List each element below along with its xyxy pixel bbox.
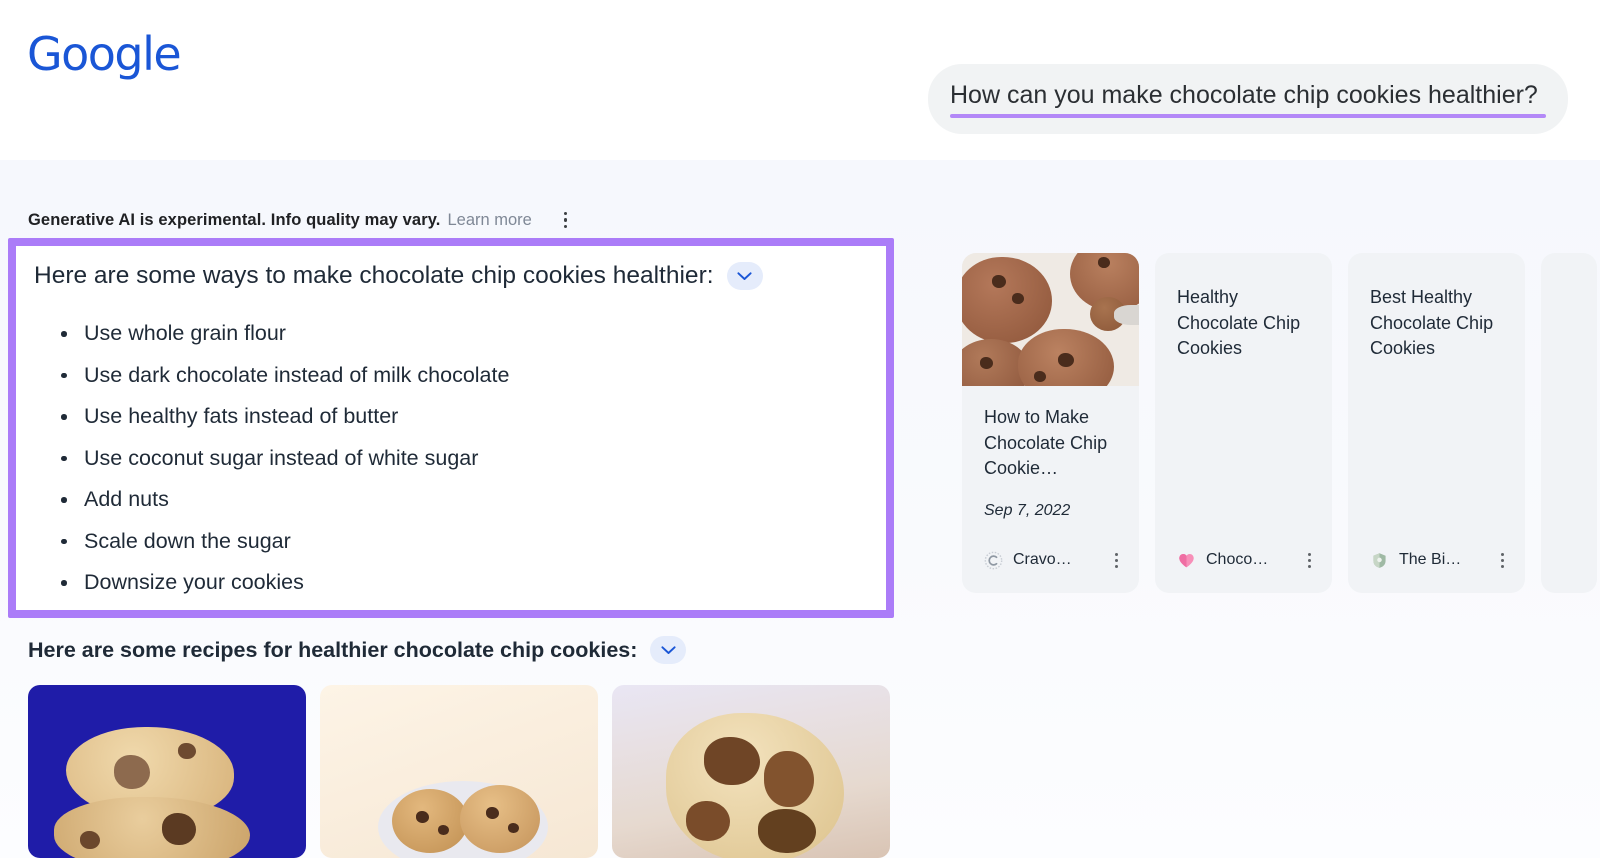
search-query-underline: [950, 114, 1546, 118]
kebab-menu-icon[interactable]: [1108, 548, 1124, 572]
chevron-down-icon[interactable]: [726, 262, 763, 290]
results-area: Generative AI is experimental. Info qual…: [0, 160, 1600, 858]
cookie-photo: [612, 685, 890, 858]
list-item: Use dark chocolate instead of milk choco…: [58, 362, 858, 388]
source-card-site: Choco…: [1206, 551, 1269, 568]
recipe-image-3[interactable]: [612, 685, 890, 858]
list-item: Scale down the sugar: [58, 528, 858, 554]
source-card[interactable]: How to Make Chocolate Chip Cookie… Sep 7…: [962, 253, 1139, 593]
recipes-heading: Here are some recipes for healthier choc…: [28, 638, 638, 662]
source-thumbnail: [962, 253, 1139, 386]
source-card-footer: Cravo…: [984, 548, 1124, 572]
source-card-deck: How to Make Chocolate Chip Cookie… Sep 7…: [962, 253, 1597, 593]
source-card-partial[interactable]: [1541, 253, 1597, 593]
recipe-image-2[interactable]: [320, 685, 598, 858]
list-item: Use whole grain flour: [58, 320, 858, 346]
list-item: Use healthy fats instead of butter: [58, 403, 858, 429]
kebab-menu-icon[interactable]: [554, 208, 578, 232]
recipe-image-1[interactable]: [28, 685, 306, 858]
source-card-footer: Choco…: [1177, 548, 1317, 572]
ai-answer-heading: Here are some ways to make chocolate chi…: [34, 262, 714, 289]
search-query-text: How can you make chocolate chip cookies …: [950, 81, 1538, 109]
source-card-site: Cravo…: [1013, 551, 1072, 568]
list-item: Downsize your cookies: [58, 569, 858, 595]
source-card-footer: The Bi…: [1370, 548, 1510, 572]
list-item: Use coconut sugar instead of white sugar: [58, 445, 858, 471]
kebab-menu-icon[interactable]: [1494, 548, 1510, 572]
ai-answer-heading-row: Here are some ways to make chocolate chi…: [34, 260, 763, 292]
source-card-title: How to Make Chocolate Chip Cookie…: [984, 407, 1108, 478]
recipe-image-row: [28, 685, 890, 858]
source-card-title: Healthy Chocolate Chip Cookies: [1177, 287, 1301, 358]
cookie-photo: [28, 685, 306, 858]
source-card[interactable]: Best Healthy Chocolate Chip Cookies The …: [1348, 253, 1525, 593]
source-card-site: The Bi…: [1399, 551, 1462, 568]
source-card-date: Sep 7, 2022: [984, 502, 1071, 519]
search-box[interactable]: How can you make chocolate chip cookies …: [928, 64, 1568, 134]
disclaimer-text: Generative AI is experimental. Info qual…: [28, 210, 441, 229]
list-item: Add nuts: [58, 486, 858, 512]
generative-ai-disclaimer: Generative AI is experimental. Info qual…: [28, 208, 578, 232]
cookie-photo: [320, 685, 598, 858]
green-shield-icon: [1373, 552, 1386, 568]
learn-more-link[interactable]: Learn more: [447, 211, 531, 230]
chevron-down-icon[interactable]: [650, 636, 687, 664]
source-card[interactable]: Healthy Chocolate Chip Cookies Choco…: [1155, 253, 1332, 593]
source-card-title: Best Healthy Chocolate Chip Cookies: [1370, 287, 1494, 358]
ai-answer-bullet-list: Use whole grain flour Use dark chocolate…: [58, 320, 858, 611]
recipes-heading-row: Here are some recipes for healthier choc…: [28, 636, 687, 664]
google-logo[interactable]: Google: [27, 26, 182, 82]
ai-answer-highlight-box: Here are some ways to make chocolate chi…: [8, 238, 894, 618]
page-header: Google How can you make chocolate chip c…: [0, 0, 1600, 160]
kebab-menu-icon[interactable]: [1301, 548, 1317, 572]
pink-heart-icon: [1179, 553, 1194, 567]
cravo-c-circle-icon: [984, 551, 1003, 569]
